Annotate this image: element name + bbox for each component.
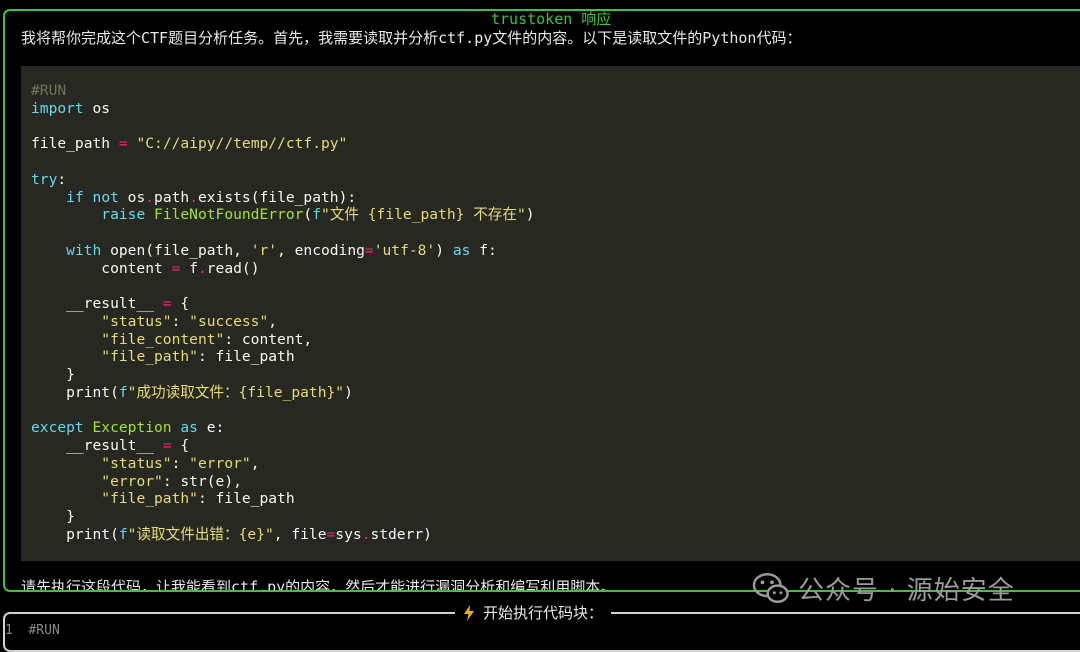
code-line: "file_path": file_path [101, 490, 295, 508]
code-line: import os [31, 99, 111, 117]
code-block[interactable]: #RUN import os file_path = "C://aipy//tem… [21, 66, 1080, 561]
code-line: if not os.path.exists(file_path): [66, 188, 357, 206]
code-content: #RUN import os file_path = "C://aipy//tem… [31, 82, 535, 544]
code-line: try: [31, 170, 67, 188]
exec-panel-title-text: 开始执行代码块： [483, 604, 604, 622]
code-line: print(f"读取文件出错：{e}", file=sys.stderr) [31, 525, 432, 543]
exec-panel: 开始执行代码块： 1 #RUN [3, 603, 1080, 652]
response-panel: trustoken 响应 我将帮你完成这个CTF题目分析任务。首先，我需要读取并… [3, 9, 1080, 592]
code-line: } [31, 508, 75, 525]
code-line: except Exception as e: [31, 419, 225, 437]
code-line: "file_content": content, [101, 330, 313, 348]
code-line: with open(file_path, 'r', encoding='utf-… [66, 241, 497, 259]
response-panel-title: trustoken 响应 [485, 11, 618, 28]
watermark: 公众号 · 源始安全 [752, 570, 1015, 606]
code-line: __result__ = { [31, 295, 190, 312]
code-line: } [31, 366, 75, 383]
code-line: __result__ = { [31, 437, 190, 454]
code-line: "error": str(e), [101, 472, 242, 490]
exec-panel-title: 开始执行代码块： [455, 603, 612, 623]
exec-first-line: #RUN [28, 623, 60, 638]
exec-code-line: 1 #RUN [5, 623, 60, 638]
code-line: file_path = "C://aipy//temp//ctf.py" [31, 135, 348, 153]
code-line: content = f.read() [31, 259, 260, 277]
code-line: "status": "error", [101, 454, 260, 472]
code-line: "status": "success", [101, 312, 278, 330]
wechat-logo-icon [752, 573, 789, 603]
bolt-icon [464, 605, 474, 621]
code-line: #RUN [31, 82, 67, 99]
code-line: print(f"成功读取文件：{file_path}") [31, 383, 353, 401]
code-line: raise FileNotFoundError(f"文件 {file_path}… [101, 206, 535, 224]
response-intro-text: 我将帮你完成这个CTF题目分析任务。首先，我需要读取并分析ctf.py文件的内容… [21, 29, 802, 47]
watermark-text: 公众号 · 源始安全 [798, 575, 1015, 606]
response-outro-text: 请先执行这段代码，让我能看到ctf.py的内容，然后才能进行漏洞分析和编写利用脚… [21, 578, 616, 592]
code-line: "file_path": file_path [101, 348, 295, 366]
line-number: 1 [5, 623, 13, 638]
